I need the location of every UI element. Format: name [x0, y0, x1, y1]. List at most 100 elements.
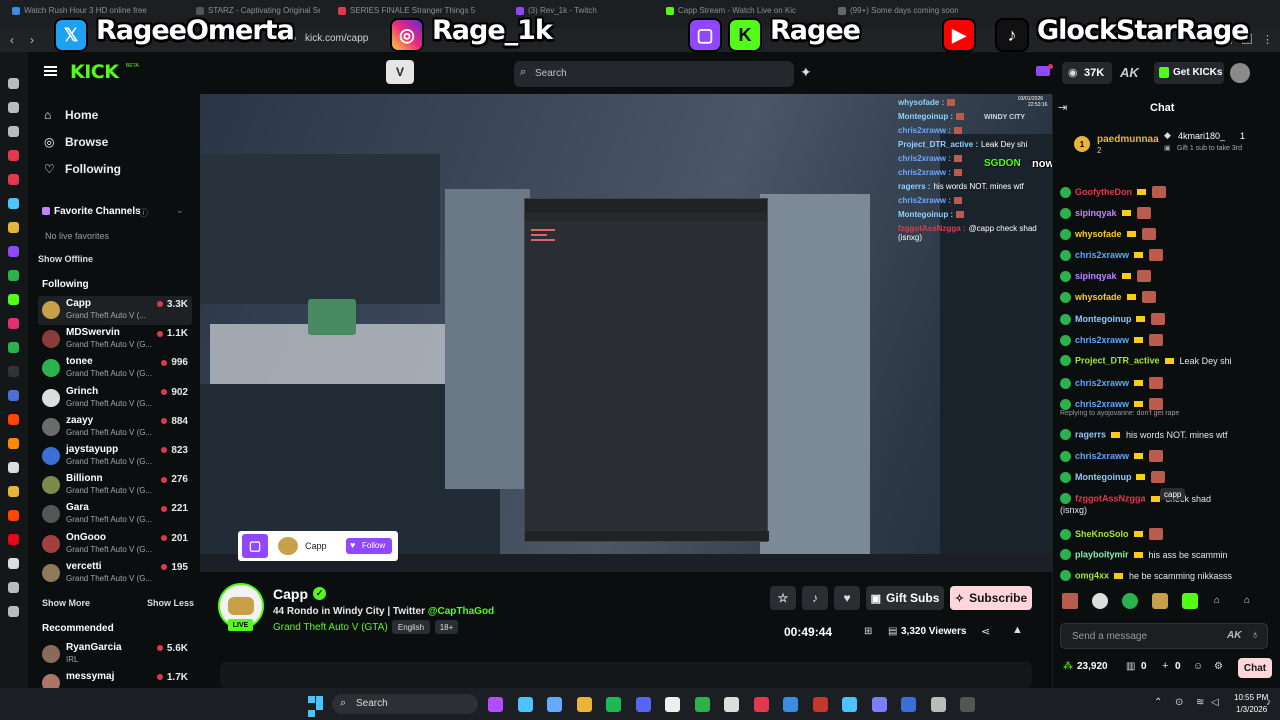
layout-icon[interactable]: ⊞	[864, 626, 872, 637]
taskbar-app-icon[interactable]	[842, 697, 857, 712]
tag-english[interactable]: English	[392, 620, 430, 634]
side-strip-app-icon[interactable]	[8, 558, 19, 569]
sidebar-nav-browse[interactable]: Browse	[65, 135, 108, 149]
side-strip-app-icon[interactable]	[8, 150, 19, 161]
sidebar-channel-gara[interactable]: Gara Grand Theft Auto V (G... 221	[38, 500, 192, 529]
extension-icon[interactable]: V	[386, 60, 414, 84]
tray-chevron-icon[interactable]: ⌃	[1154, 697, 1162, 708]
gift-subs-button[interactable]: ▣ Gift Subs	[866, 586, 944, 610]
microphone-icon[interactable]: ♁	[1251, 629, 1259, 641]
sidebar-channel-capp[interactable]: Capp Grand Theft Auto V (... 3.3K	[38, 296, 192, 325]
chat-username[interactable]: whysofade	[1075, 292, 1122, 302]
chat-username[interactable]: SheKnoSolo	[1075, 529, 1129, 539]
taskbar-app-icon[interactable]	[694, 697, 710, 712]
taskbar-app-icon[interactable]	[606, 697, 621, 712]
sidebar-channel-ongooo[interactable]: OnGooo Grand Theft Auto V (G... 201	[38, 530, 192, 559]
streamer-name[interactable]: Capp	[273, 586, 308, 602]
sidebar-channel-grinch[interactable]: Grinch Grand Theft Auto V (G... 902	[38, 384, 192, 413]
sidebar-recommended-ryangarcia[interactable]: RyanGarcia IRL 5.6K	[38, 640, 192, 669]
video-player[interactable]: 03/01/2026 22:53:16 WINDY CITY SGDON now…	[200, 94, 1052, 572]
back-icon[interactable]: ‹	[10, 33, 14, 47]
taskbar-app-icon[interactable]	[635, 697, 651, 712]
search-input[interactable]: ⌕ Search	[514, 61, 794, 87]
pinned-user[interactable]: paedmunnaa	[1097, 134, 1159, 145]
taskbar-app-icon[interactable]	[547, 697, 562, 712]
chat-input[interactable]: Send a message AK ♁	[1060, 623, 1268, 649]
chat-username[interactable]: chris2xraww	[1075, 335, 1129, 345]
chat-username[interactable]: fzggotAssNzgga	[1075, 494, 1146, 504]
taskbar-app-icon[interactable]	[930, 697, 946, 712]
chat-username[interactable]: Montegoinup	[1075, 472, 1131, 482]
chat-username[interactable]: sipinqyak	[1075, 208, 1117, 218]
favorite-star-button[interactable]: ☆	[770, 586, 796, 610]
volume-icon[interactable]: ◁	[1211, 697, 1219, 708]
chat-username[interactable]: sipinqyak	[1075, 271, 1117, 281]
emote-1[interactable]	[1062, 593, 1078, 609]
side-strip-app-icon[interactable]	[8, 174, 19, 185]
taskbar-search[interactable]: ⌕ Search	[332, 694, 478, 714]
chat-username[interactable]: Project_DTR_active	[1075, 356, 1160, 366]
side-strip-app-icon[interactable]	[8, 102, 19, 113]
send-chat-button[interactable]: Chat	[1238, 658, 1272, 678]
sidebar-nav-following[interactable]: Following	[65, 162, 121, 176]
mention-chip[interactable]: capp	[1160, 488, 1186, 500]
taskbar-app-icon[interactable]	[665, 697, 680, 712]
gift-prompt[interactable]: Gift 1 sub to take 3rd	[1177, 144, 1257, 153]
taskbar-app-icon[interactable]	[812, 697, 828, 712]
taskbar-app-icon[interactable]	[960, 697, 975, 712]
menu-icon[interactable]	[44, 66, 57, 76]
chat-username[interactable]: omg4xx	[1075, 571, 1109, 581]
taskbar-app-icon[interactable]	[724, 697, 739, 712]
tag-18-plus[interactable]: 18+	[435, 620, 458, 634]
side-strip-app-icon[interactable]	[8, 198, 19, 209]
emote-4[interactable]	[1152, 593, 1168, 609]
taskbar-date[interactable]: 1/3/2026	[1236, 705, 1267, 714]
chat-username[interactable]: chris2xraww	[1075, 378, 1129, 388]
chat-username[interactable]: chris2xraww	[1075, 250, 1129, 260]
side-strip-app-icon[interactable]	[8, 414, 19, 425]
side-strip-app-icon[interactable]	[8, 534, 19, 545]
emote-2[interactable]	[1092, 593, 1108, 609]
ak-emote-icon[interactable]: AK	[1227, 630, 1241, 641]
sidebar-channel-mdswervin[interactable]: MDSwervin Grand Theft Auto V (G... 1.1K	[38, 325, 192, 354]
side-strip-app-icon[interactable]	[8, 438, 19, 449]
show-more-button[interactable]: Show More	[42, 598, 90, 608]
side-strip-app-icon[interactable]	[8, 582, 19, 593]
top-gifter[interactable]: 4kmari180_	[1178, 131, 1225, 141]
channel-points[interactable]: 23,920	[1077, 661, 1108, 672]
chat-username[interactable]: GoofytheDon	[1075, 187, 1132, 197]
side-strip-app-icon[interactable]	[8, 462, 19, 473]
plus-icon[interactable]: +	[1162, 660, 1168, 672]
sidebar-channel-billionn[interactable]: Billionn Grand Theft Auto V (G... 276	[38, 471, 192, 500]
chat-username[interactable]: Montegoinup	[1075, 314, 1131, 324]
user-icon[interactable]: ☺	[1193, 661, 1203, 672]
emote-5[interactable]	[1182, 593, 1198, 609]
notification-bell-icon[interactable]: ♪	[1266, 697, 1271, 708]
taskbar-app-icon[interactable]	[901, 697, 916, 712]
browser-menu-icon[interactable]: ⋮	[1262, 33, 1273, 46]
twitter-handle[interactable]: @CapThaGod	[428, 606, 494, 617]
taskbar-app-icon[interactable]	[871, 697, 887, 712]
ak-icon[interactable]: AK	[1120, 65, 1139, 80]
info-icon[interactable]: ⓘ	[139, 206, 148, 219]
follow-heart-button[interactable]: ♥	[834, 586, 860, 610]
side-strip-app-icon[interactable]	[8, 606, 19, 617]
side-strip-app-icon[interactable]	[8, 342, 19, 353]
side-strip-app-icon[interactable]	[8, 294, 19, 305]
user-avatar[interactable]	[1230, 63, 1250, 83]
emote-3[interactable]	[1122, 593, 1138, 609]
chat-username[interactable]: chris2xraww	[1075, 399, 1129, 409]
show-offline-button[interactable]: Show Offline	[38, 254, 93, 264]
side-strip-app-icon[interactable]	[8, 222, 19, 233]
notify-bell-button[interactable]: ♪	[802, 586, 828, 610]
side-strip-app-icon[interactable]	[8, 510, 19, 521]
taskbar-time[interactable]: 10:55 PM	[1234, 693, 1268, 702]
taskbar-app-icon[interactable]	[753, 697, 769, 712]
sidebar-nav-home[interactable]: Home	[65, 108, 98, 122]
chat-username[interactable]: ragerrs	[1075, 430, 1106, 440]
kick-logo[interactable]: KICK	[70, 61, 119, 83]
chat-username[interactable]: playboitymir	[1075, 550, 1129, 560]
forward-icon[interactable]: ›	[30, 33, 34, 47]
kicks-balance[interactable]: ◉ 37K	[1062, 62, 1112, 84]
share-icon[interactable]: ⋖	[981, 625, 990, 638]
